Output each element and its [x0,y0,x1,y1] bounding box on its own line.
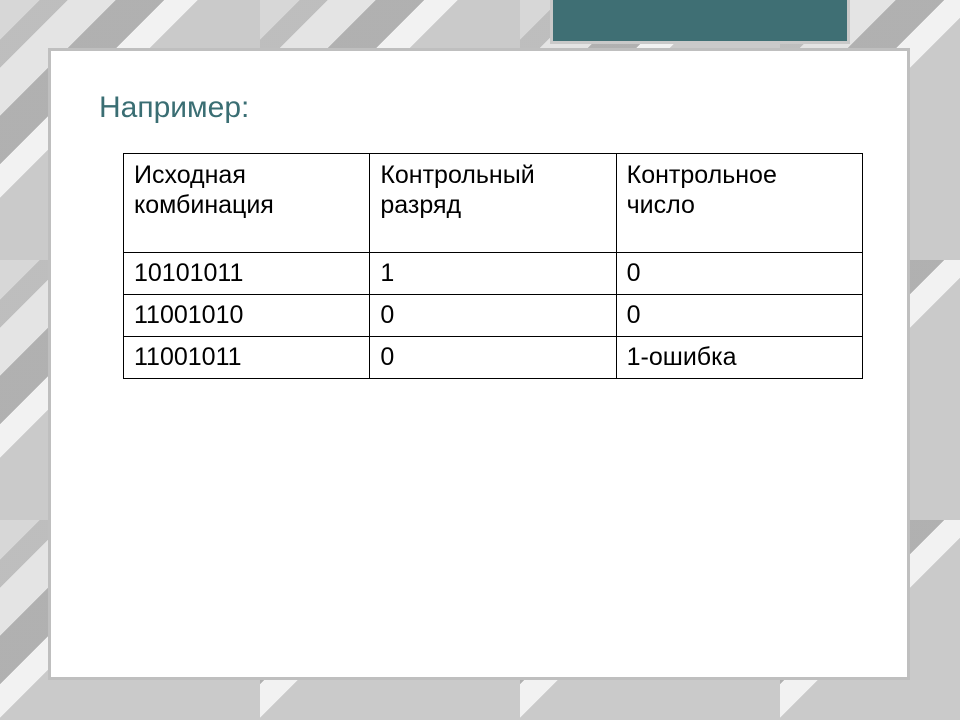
cell-control: 0 [616,295,862,337]
cell-parity: 0 [370,295,616,337]
slide-title: Например: [99,91,859,125]
cell-control: 0 [616,253,862,295]
parity-table: Исходная комбинация Контрольный разряд К… [123,153,863,379]
col-header-source: Исходная комбинация [124,154,370,253]
table-row: 11001011 0 1-ошибка [124,337,863,379]
slide-frame: Например: Исходная комбинация Контрольны… [48,48,910,680]
cell-source: 11001010 [124,295,370,337]
table-row: 11001010 0 0 [124,295,863,337]
cell-parity: 1 [370,253,616,295]
cell-control: 1-ошибка [616,337,862,379]
accent-tab [550,0,850,44]
cell-source: 10101011 [124,253,370,295]
table-row: 10101011 1 0 [124,253,863,295]
col-header-control: Контрольное число [616,154,862,253]
col-header-parity: Контрольный разряд [370,154,616,253]
cell-source: 11001011 [124,337,370,379]
table-header-row: Исходная комбинация Контрольный разряд К… [124,154,863,253]
cell-parity: 0 [370,337,616,379]
